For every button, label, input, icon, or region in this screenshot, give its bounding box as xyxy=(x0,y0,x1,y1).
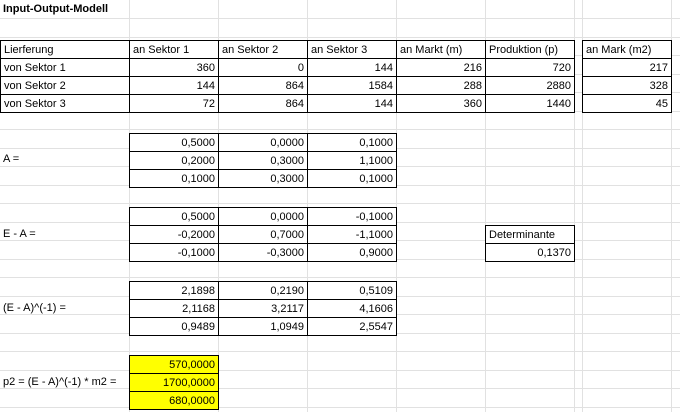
matrix-inverse-cell[interactable]: 0,2190 xyxy=(218,281,308,300)
matrix-inverse-cell[interactable]: 0,5109 xyxy=(307,281,397,300)
p2-label[interactable]: p2 = (E - A)^(-1) * m2 = xyxy=(0,373,128,392)
table-cell[interactable]: 720 xyxy=(485,58,575,77)
matrix-a-cell[interactable]: 0,1000 xyxy=(307,133,397,152)
header-an-sektor-2[interactable]: an Sektor 2 xyxy=(218,40,308,59)
header-produktion[interactable]: Produktion (p) xyxy=(485,40,575,59)
determinant-label[interactable]: Determinante xyxy=(485,225,575,244)
matrix-e-minus-a-cell[interactable]: -0,2000 xyxy=(129,225,219,244)
header-an-mark-m2[interactable]: an Mark (m2) xyxy=(582,40,672,59)
matrix-inverse-cell[interactable]: 4,1606 xyxy=(307,299,397,318)
matrix-inverse-cell[interactable]: 1,0949 xyxy=(218,317,308,336)
matrix-e-minus-a-cell[interactable]: -0,1000 xyxy=(129,243,219,262)
table-cell[interactable]: 144 xyxy=(129,76,219,95)
table-cell[interactable]: 2880 xyxy=(485,76,575,95)
matrix-a-cell[interactable]: 0,3000 xyxy=(218,151,308,170)
matrix-inverse-cell[interactable]: 0,9489 xyxy=(129,317,219,336)
table-cell-m2[interactable]: 328 xyxy=(582,76,672,95)
p2-result-cell[interactable]: 570,0000 xyxy=(129,355,219,374)
header-an-sektor-3[interactable]: an Sektor 3 xyxy=(307,40,397,59)
matrix-e-minus-a-cell[interactable]: -1,1000 xyxy=(307,225,397,244)
gridline xyxy=(0,277,680,278)
matrix-a-cell[interactable]: 0,0000 xyxy=(218,133,308,152)
matrix-a-label[interactable]: A = xyxy=(0,150,128,169)
matrix-e-minus-a-cell[interactable]: -0,3000 xyxy=(218,243,308,262)
table-cell[interactable]: 72 xyxy=(129,94,219,113)
matrix-a-cell[interactable]: 0,2000 xyxy=(129,151,219,170)
table-cell[interactable]: 864 xyxy=(218,76,308,95)
gridline xyxy=(0,407,680,408)
matrix-e-minus-a-label[interactable]: E - A = xyxy=(0,225,128,244)
matrix-e-minus-a-cell[interactable]: 0,0000 xyxy=(218,207,308,226)
matrix-a-cell[interactable]: 0,1000 xyxy=(307,169,397,188)
table-cell-m2[interactable]: 45 xyxy=(582,94,672,113)
p2-result-cell[interactable]: 1700,0000 xyxy=(129,373,219,392)
table-cell[interactable]: 864 xyxy=(218,94,308,113)
table-cell-m2[interactable]: 217 xyxy=(582,58,672,77)
header-an-markt[interactable]: an Markt (m) xyxy=(396,40,486,59)
row-label[interactable]: von Sektor 3 xyxy=(0,94,130,113)
determinant-value[interactable]: 0,1370 xyxy=(485,243,575,262)
matrix-e-minus-a-cell[interactable]: 0,7000 xyxy=(218,225,308,244)
table-cell[interactable]: 1440 xyxy=(485,94,575,113)
p2-result-cell[interactable]: 680,0000 xyxy=(129,391,219,410)
table-cell[interactable]: 360 xyxy=(396,94,486,113)
spreadsheet-grid[interactable]: Input-Output-Modell Lierferung an Sektor… xyxy=(0,0,680,412)
matrix-inverse-cell[interactable]: 2,1898 xyxy=(129,281,219,300)
matrix-inverse-cell[interactable]: 3,2117 xyxy=(218,299,308,318)
row-label[interactable]: von Sektor 2 xyxy=(0,76,130,95)
gridline xyxy=(0,351,680,352)
matrix-inverse-cell[interactable]: 2,5547 xyxy=(307,317,397,336)
matrix-e-minus-a-cell[interactable]: -0,1000 xyxy=(307,207,397,226)
table-cell[interactable]: 0 xyxy=(218,58,308,77)
table-cell[interactable]: 216 xyxy=(396,58,486,77)
gridline xyxy=(0,37,680,38)
table-cell[interactable]: 360 xyxy=(129,58,219,77)
matrix-inverse-cell[interactable]: 2,1168 xyxy=(129,299,219,318)
row-label[interactable]: von Sektor 1 xyxy=(0,58,130,77)
table-cell[interactable]: 1584 xyxy=(307,76,397,95)
matrix-inverse-label[interactable]: (E - A)^(-1) = xyxy=(0,299,128,318)
sheet-title[interactable]: Input-Output-Modell xyxy=(0,0,200,19)
table-cell[interactable]: 144 xyxy=(307,58,397,77)
header-lieferung[interactable]: Lierferung xyxy=(0,40,130,59)
gridline xyxy=(0,129,680,130)
matrix-e-minus-a-cell[interactable]: 0,5000 xyxy=(129,207,219,226)
table-cell[interactable]: 144 xyxy=(307,94,397,113)
matrix-e-minus-a-cell[interactable]: 0,9000 xyxy=(307,243,397,262)
table-cell[interactable]: 288 xyxy=(396,76,486,95)
matrix-a-cell[interactable]: 1,1000 xyxy=(307,151,397,170)
matrix-a-cell[interactable]: 0,5000 xyxy=(129,133,219,152)
matrix-a-cell[interactable]: 0,1000 xyxy=(129,169,219,188)
matrix-a-cell[interactable]: 0,3000 xyxy=(218,169,308,188)
gridline xyxy=(0,370,680,371)
gridline xyxy=(0,203,680,204)
header-an-sektor-1[interactable]: an Sektor 1 xyxy=(129,40,219,59)
